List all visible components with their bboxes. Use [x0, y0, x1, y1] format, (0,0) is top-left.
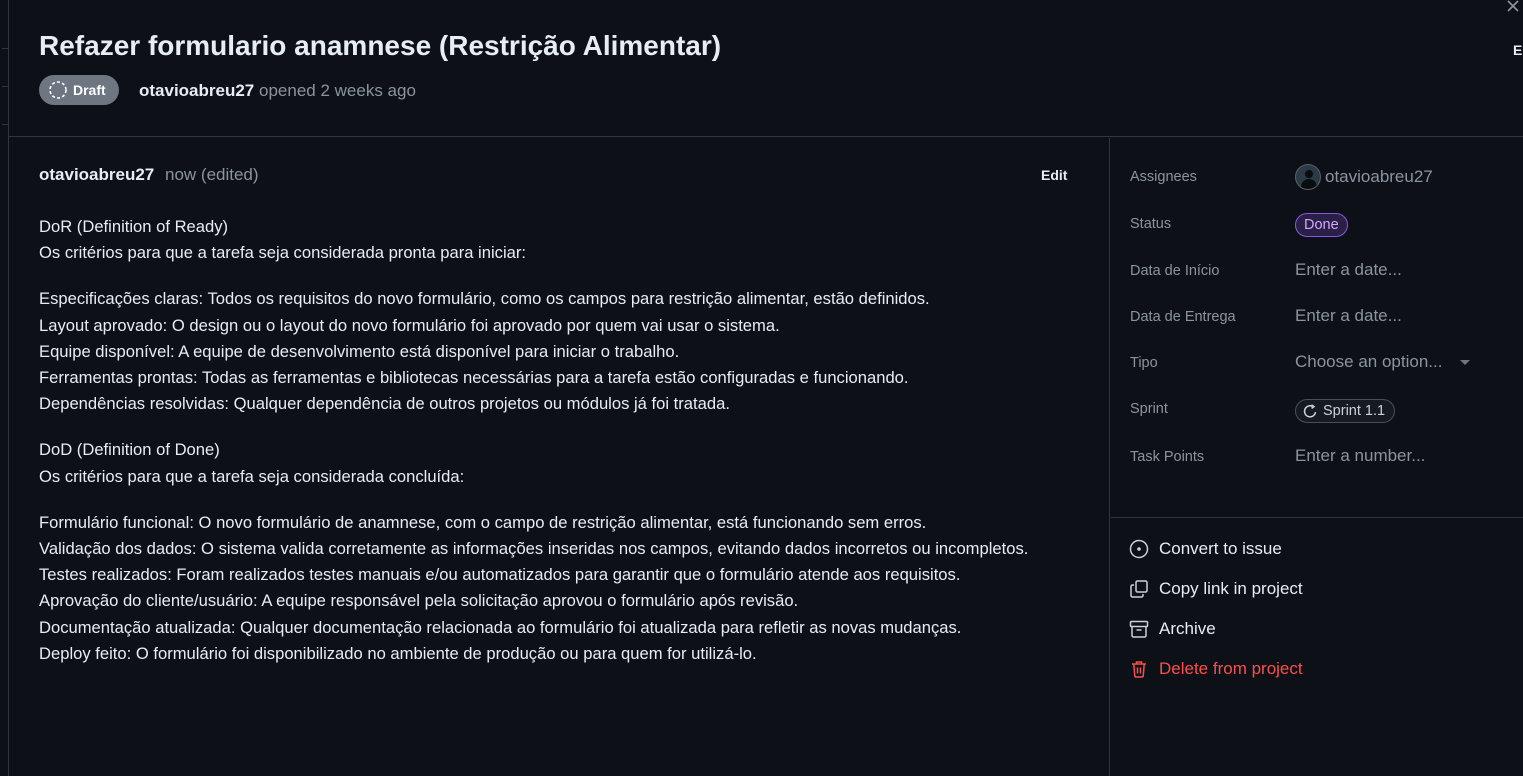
field-label: Tipo [1130, 355, 1158, 371]
sprint-badge: Sprint 1.1 [1295, 399, 1396, 423]
left-edge-strip [0, 0, 9, 776]
draft-label: Draft [73, 82, 106, 98]
field-label: Assignees [1130, 169, 1197, 185]
comment-line: Dependências resolvidas: Qualquer depend… [39, 394, 730, 414]
comment-paragraph: DoR (Definition of Ready) Os critérios p… [39, 214, 1099, 266]
comment-line: DoD (Definition of Done) [39, 440, 220, 460]
field-start-date[interactable]: Data de Início Enter a date... [1130, 257, 1520, 287]
field-label: Status [1130, 216, 1172, 232]
status-value[interactable]: Done [1295, 213, 1348, 237]
draft-badge: Draft [39, 75, 119, 105]
comment-line: Os critérios para que a tarefa seja cons… [39, 243, 527, 263]
comment-meta: now (edited) [165, 165, 259, 184]
comment-line: Deploy feito: O formulário foi disponibi… [39, 643, 757, 663]
draft-icon [49, 81, 67, 99]
assignee-value[interactable]: otavioabreu27 [1295, 164, 1433, 190]
comment-line: Testes realizados: Foram realizados test… [39, 565, 961, 585]
item-detail-panel: Refazer formulario anamnese (Restrição A… [9, 0, 1523, 776]
issue-opened-icon [1129, 539, 1149, 559]
edge-tick [2, 124, 8, 125]
iteration-icon [1303, 404, 1317, 418]
project-fields-sidebar: Assignees otavioabreu27 Status Done Data… [1111, 138, 1523, 776]
field-label: Sprint [1130, 401, 1168, 417]
copy-icon [1130, 580, 1148, 598]
opened-line: otavioabreu27 opened 2 weeks ago [139, 81, 416, 101]
trash-icon [1132, 661, 1146, 678]
type-placeholder: Choose an option... [1295, 352, 1443, 371]
edge-tick [2, 48, 8, 49]
archive-icon [1129, 620, 1149, 638]
field-task-points[interactable]: Task Points Enter a number... [1130, 443, 1520, 473]
field-sprint[interactable]: Sprint Sprint 1.1 [1130, 395, 1520, 425]
comment-line: Equipe disponível: A equipe de desenvolv… [39, 341, 680, 361]
comment-paragraph: DoD (Definition of Done) Os critérios pa… [39, 437, 1099, 489]
edit-title-button[interactable]: Edit [1513, 42, 1523, 58]
comment-line: Documentação atualizada: Qualquer docume… [39, 617, 962, 637]
comment-line: Layout aprovado: O design ou o layout do… [39, 315, 780, 335]
author-link[interactable]: otavioabreu27 [139, 81, 254, 100]
page-title: Refazer formulario anamnese (Restrição A… [39, 30, 722, 61]
comment-line: Formulário funcional: O novo formulário … [39, 512, 927, 532]
convert-label: Convert to issue [1159, 539, 1282, 558]
copy-link-label: Copy link in project [1159, 579, 1303, 598]
archive-button[interactable]: Archive [1129, 616, 1216, 642]
task-points-input[interactable]: Enter a number... [1295, 446, 1425, 466]
due-date-input[interactable]: Enter a date... [1295, 306, 1402, 326]
close-icon[interactable] [1505, 0, 1523, 16]
item-header: Refazer formulario anamnese (Restrição A… [9, 0, 1523, 137]
comment-area: otavioabreu27 now (edited) Edit DoR (Def… [9, 138, 1110, 776]
type-select[interactable]: Choose an option... [1295, 352, 1471, 372]
comment-body: DoR (Definition of Ready) Os critérios p… [39, 214, 1099, 687]
convert-to-issue-button[interactable]: Convert to issue [1129, 536, 1282, 562]
status-badge: Done [1295, 213, 1348, 237]
sidebar-divider [1111, 517, 1523, 518]
field-status[interactable]: Status Done [1130, 210, 1520, 240]
assignee-name: otavioabreu27 [1325, 167, 1433, 186]
sprint-value[interactable]: Sprint 1.1 [1295, 399, 1396, 423]
edit-comment-button[interactable]: Edit [1041, 167, 1067, 183]
comment-line: Especificações claras: Todos os requisit… [39, 289, 930, 309]
comment-header: otavioabreu27 now (edited) [39, 165, 259, 185]
chevron-down-icon [1460, 359, 1471, 365]
comment-paragraph: Formulário funcional: O novo formulário … [39, 510, 1099, 667]
field-label: Task Points [1130, 449, 1205, 465]
archive-label: Archive [1159, 619, 1216, 638]
field-label: Data de Entrega [1130, 309, 1236, 325]
comment-line: Aprovação do cliente/usuário: A equipe r… [39, 591, 799, 611]
comment-author[interactable]: otavioabreu27 [39, 165, 154, 184]
field-label: Data de Início [1130, 263, 1220, 279]
comment-line: DoR (Definition of Ready) [39, 217, 229, 236]
field-due-date[interactable]: Data de Entrega Enter a date... [1130, 303, 1520, 333]
delete-from-project-button[interactable]: Delete from project [1129, 656, 1303, 682]
delete-label: Delete from project [1159, 659, 1303, 678]
avatar [1295, 164, 1321, 190]
copy-link-button[interactable]: Copy link in project [1129, 576, 1303, 602]
sprint-label: Sprint 1.1 [1323, 403, 1386, 419]
start-date-input[interactable]: Enter a date... [1295, 260, 1402, 280]
opened-meta: opened 2 weeks ago [259, 81, 416, 100]
comment-line: Validação dos dados: O sistema valida co… [39, 539, 1029, 559]
comment-paragraph: Especificações claras: Todos os requisit… [39, 286, 1099, 417]
comment-line: Os critérios para que a tarefa seja cons… [39, 466, 465, 486]
field-type[interactable]: Tipo Choose an option... [1130, 349, 1520, 379]
field-assignees[interactable]: Assignees otavioabreu27 [1130, 163, 1520, 193]
comment-line: Ferramentas prontas: Todas as ferramenta… [39, 368, 909, 388]
edge-tick [2, 86, 8, 87]
